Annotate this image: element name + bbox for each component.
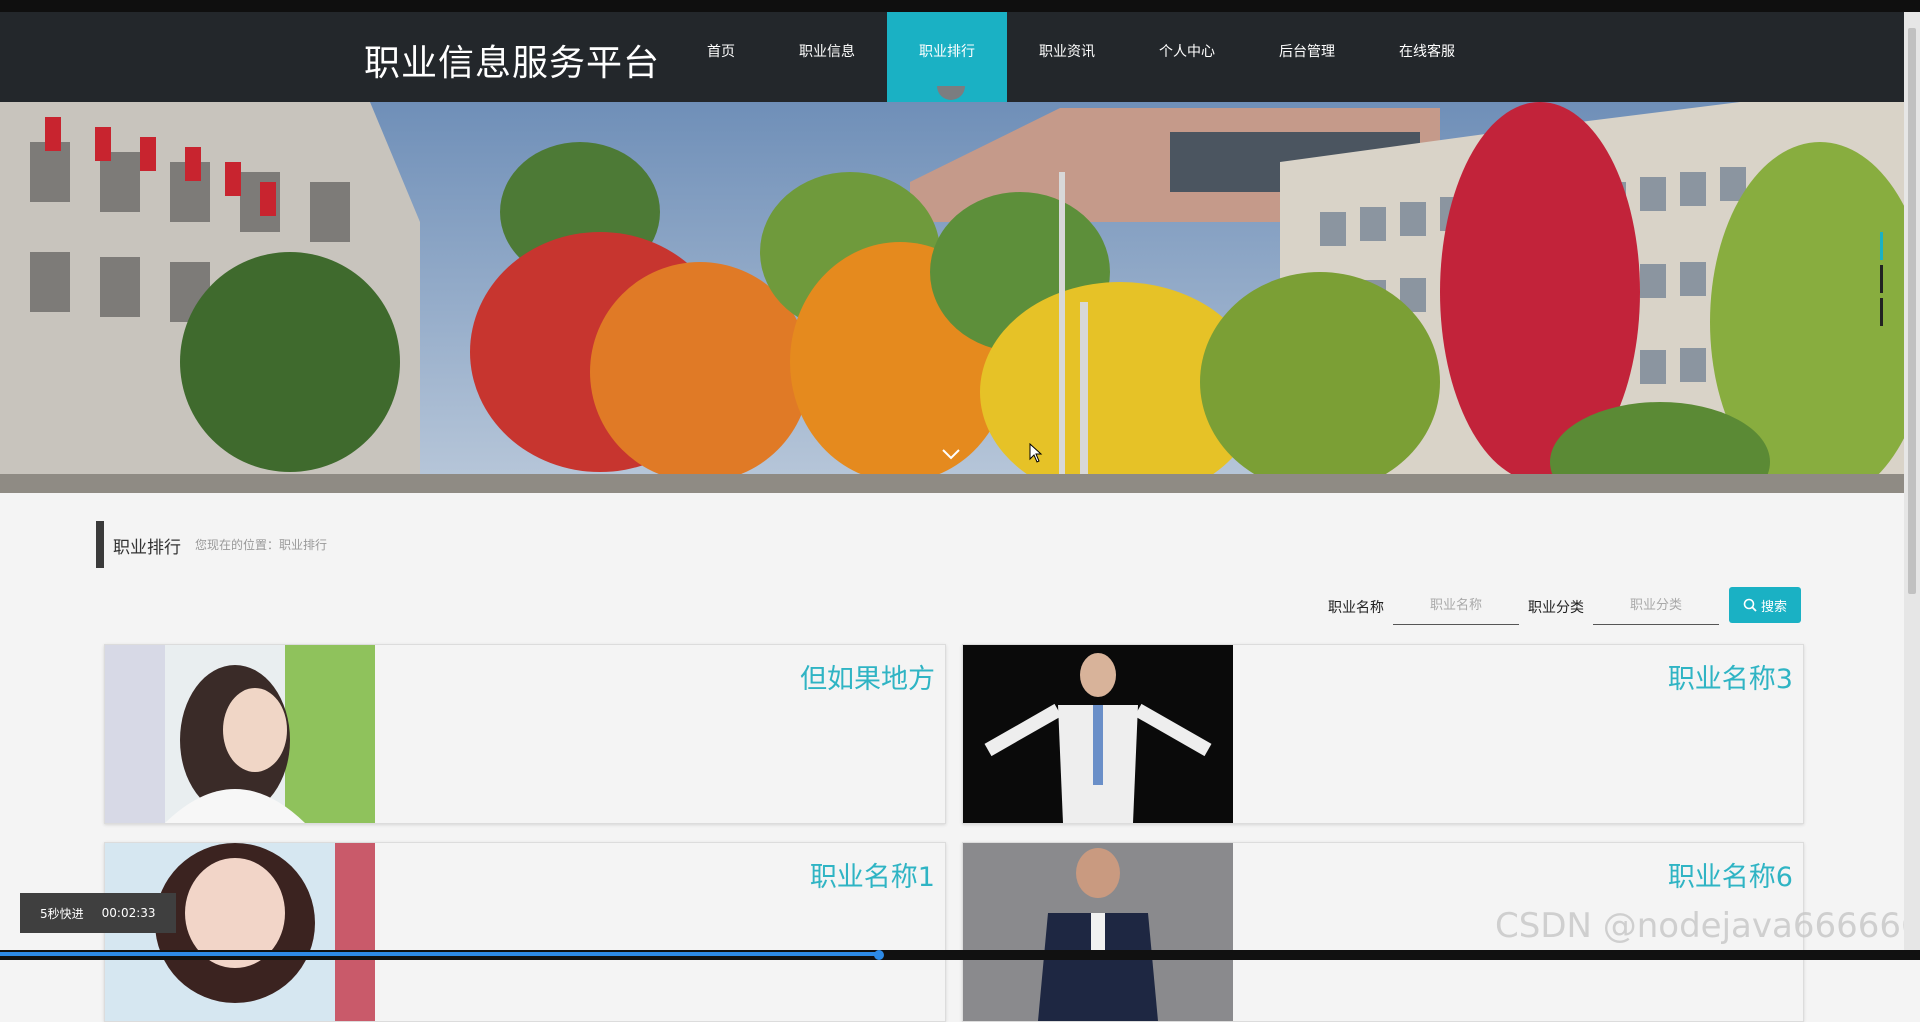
scrollbar-thumb[interactable]: [1908, 28, 1916, 594]
site-brand[interactable]: 职业信息服务平台: [364, 34, 660, 86]
nav-item-admin[interactable]: 后台管理: [1247, 12, 1367, 102]
career-card-title[interactable]: 职业名称1: [810, 855, 935, 894]
career-card-image[interactable]: [963, 645, 1233, 823]
career-category-input[interactable]: [1593, 587, 1719, 625]
career-card-image[interactable]: [963, 843, 1233, 1021]
video-progress-fill: [0, 952, 879, 956]
banner-image: [0, 102, 1904, 493]
banner-carousel[interactable]: [0, 102, 1904, 493]
career-name-input[interactable]: [1393, 587, 1519, 625]
banner-indicator[interactable]: [1880, 298, 1883, 326]
breadcrumb: 您现在的位置：职业排行: [195, 538, 328, 552]
career-card-title[interactable]: 但如果地方: [800, 657, 935, 696]
career-card[interactable]: 但如果地方: [104, 644, 946, 824]
video-progress-knob[interactable]: [874, 950, 884, 960]
career-name-label: 职业名称: [1328, 600, 1384, 616]
chevron-down-icon[interactable]: [940, 447, 962, 461]
fast-forward-label[interactable]: 5秒快进: [40, 905, 84, 922]
page-scrollbar[interactable]: [1904, 12, 1920, 950]
search-icon: [1743, 598, 1757, 612]
window-top-strip: [0, 0, 1920, 12]
page-title: 职业排行: [113, 538, 181, 558]
main-nav: 首页 职业信息 职业排行 职业资讯 个人中心 后台管理 在线客服: [675, 12, 1487, 102]
career-category-label: 职业分类: [1528, 600, 1584, 616]
nav-item-career-info[interactable]: 职业信息: [767, 12, 887, 102]
watermark: CSDN @nodejava666666: [1495, 906, 1920, 946]
nav-item-personal-center[interactable]: 个人中心: [1127, 12, 1247, 102]
career-card-title[interactable]: 职业名称3: [1668, 657, 1793, 696]
career-card-image[interactable]: [105, 645, 375, 823]
career-card[interactable]: 职业名称1: [104, 842, 946, 1022]
career-card-title[interactable]: 职业名称6: [1668, 855, 1793, 894]
career-card[interactable]: 职业名称3: [962, 644, 1804, 824]
mouse-cursor-icon: [1029, 443, 1043, 463]
nav-item-career-news[interactable]: 职业资讯: [1007, 12, 1127, 102]
banner-indicator[interactable]: [1880, 265, 1883, 293]
nav-item-online-service[interactable]: 在线客服: [1367, 12, 1487, 102]
video-progress-bar[interactable]: [0, 950, 1920, 960]
search-button-label: 搜索: [1760, 599, 1787, 615]
breadcrumb-marker: [96, 521, 104, 568]
video-time: 00:02:33: [101, 906, 156, 920]
search-button[interactable]: 搜索: [1729, 587, 1801, 623]
banner-indicator-active[interactable]: [1880, 232, 1883, 260]
video-speed-overlay: 5秒快进 00:02:33: [20, 893, 176, 933]
nav-item-home[interactable]: 首页: [675, 12, 767, 102]
